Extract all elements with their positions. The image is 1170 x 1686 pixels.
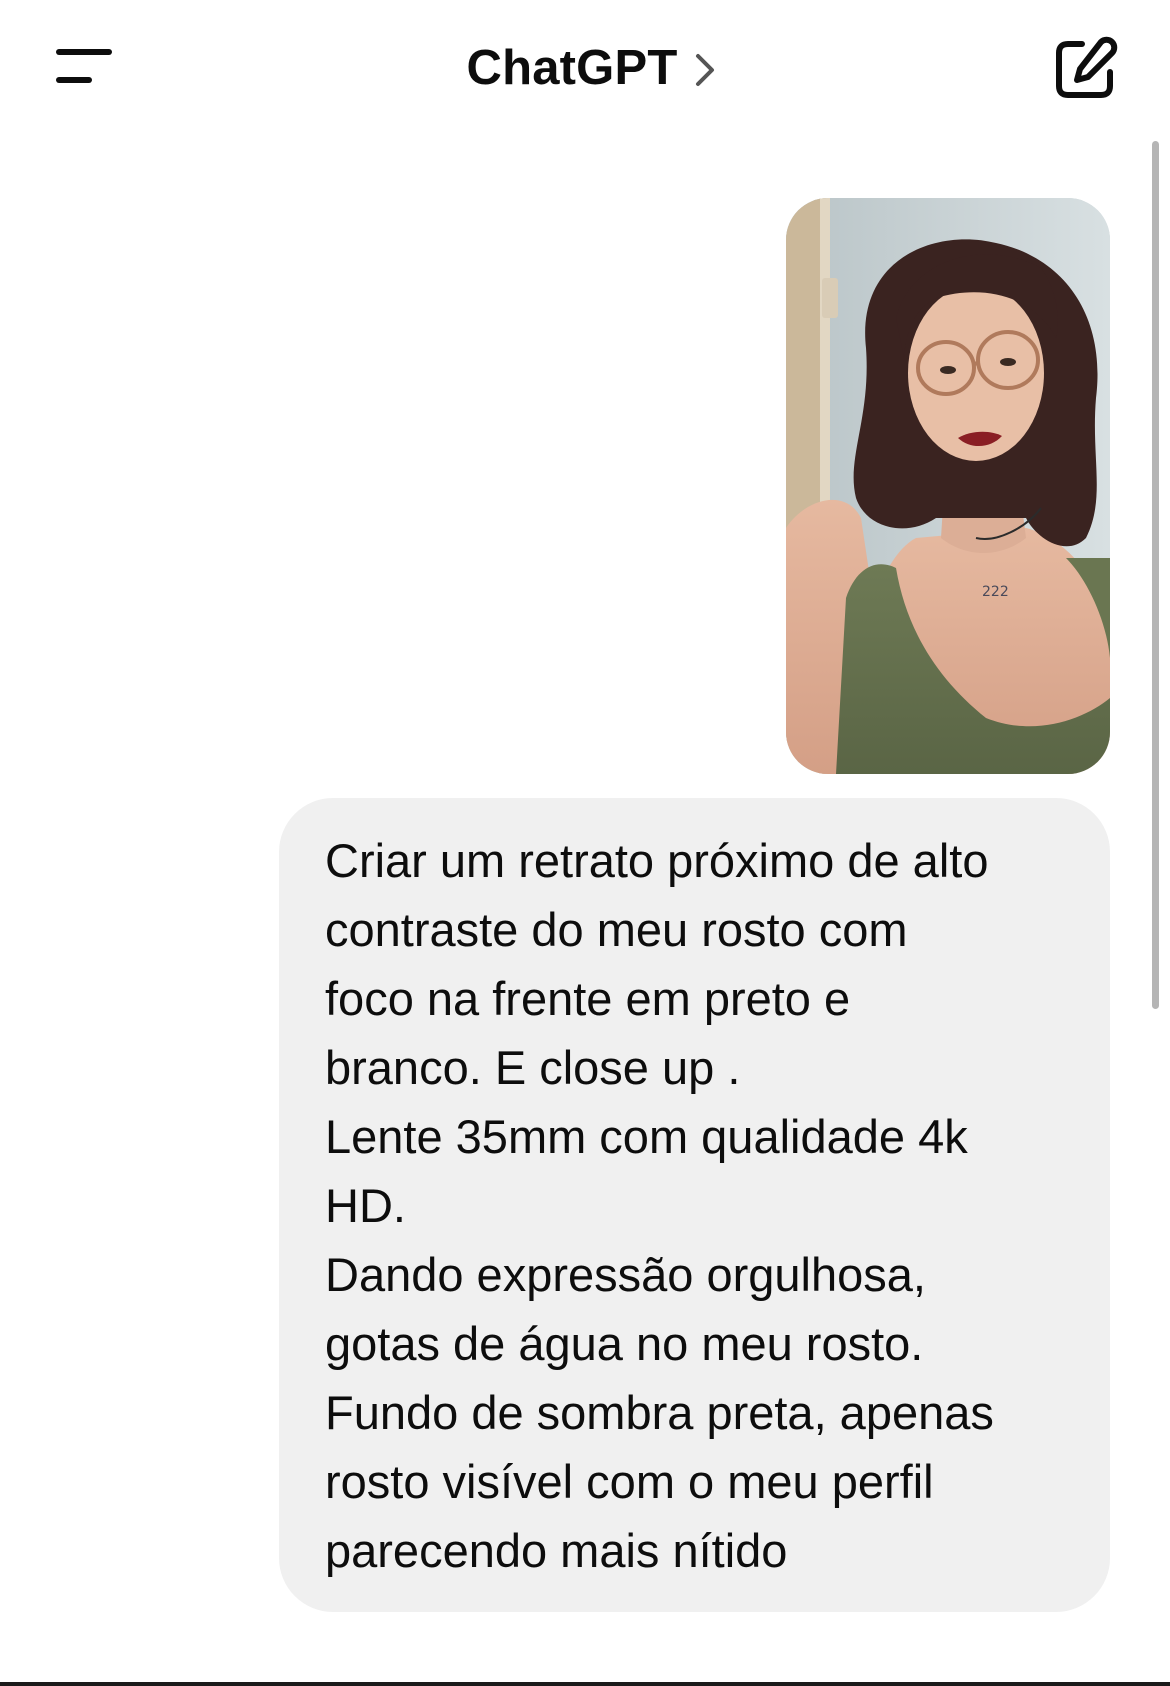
bottom-divider [0, 1682, 1170, 1686]
message-line: rosto visível com o meu perfil [325, 1455, 934, 1508]
message-line: branco. E close up . [325, 1041, 741, 1094]
chat-screen: ChatGPT 222 Criar um retrato próximo de … [0, 0, 1170, 1686]
message-line: Lente 35mm com qualidade 4k [325, 1110, 968, 1163]
model-selector[interactable]: ChatGPT [0, 36, 1170, 100]
page-title: ChatGPT [466, 41, 678, 95]
message-line: Fundo de sombra preta, apenas [325, 1386, 994, 1439]
message-line: Criar um retrato próximo de alto [325, 834, 989, 887]
message-line: HD. [325, 1179, 406, 1232]
user-message-bubble: Criar um retrato próximo de alto contras… [279, 798, 1110, 1612]
svg-text:222: 222 [982, 584, 1009, 600]
new-chat-button[interactable] [1050, 34, 1120, 104]
message-line: Dando expressão orgulhosa, [325, 1248, 926, 1301]
top-bar: ChatGPT [0, 0, 1170, 140]
message-line: foco na frente em preto e [325, 972, 851, 1025]
message-line: contraste do meu rosto com [325, 903, 908, 956]
message-line: parecendo mais nítido [325, 1524, 788, 1577]
message-line: gotas de água no meu rosto. [325, 1317, 924, 1370]
edit-square-icon [1056, 36, 1118, 98]
image-attachment[interactable]: 222 [786, 198, 1110, 774]
chevron-right-icon [695, 54, 714, 86]
photo-image: 222 [786, 198, 1110, 774]
scrollbar[interactable] [1152, 141, 1159, 1009]
